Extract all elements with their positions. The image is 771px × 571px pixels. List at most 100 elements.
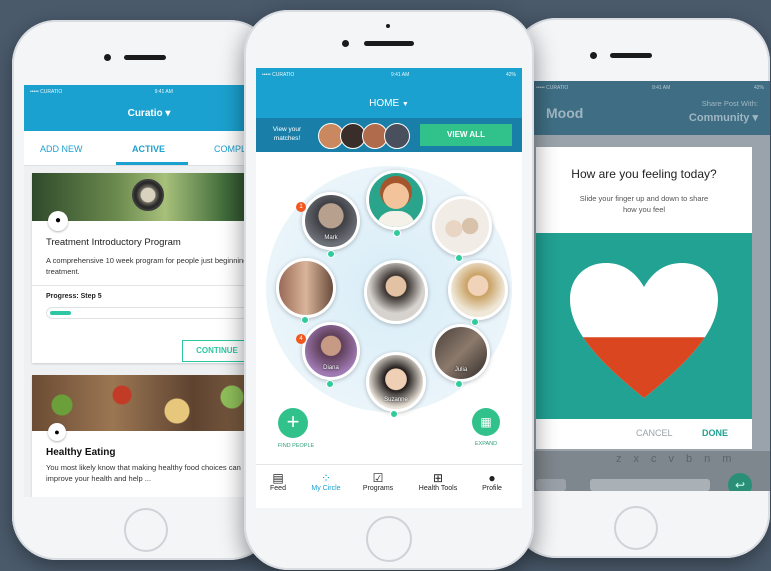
program-card[interactable]: ● Treatment Introductory Program A compr…	[32, 173, 274, 363]
avatar-user[interactable]	[366, 170, 426, 230]
nav-profile[interactable]: ● Profile	[470, 471, 514, 492]
progress-fill	[50, 311, 71, 315]
share-label: Share Post With:	[701, 99, 758, 108]
online-indicator	[455, 380, 463, 388]
avatar-name: Diana	[323, 365, 339, 371]
mood-instruction: Slide your finger up and down to share h…	[579, 194, 709, 214]
enter-key[interactable]: ↩	[728, 473, 752, 491]
food-type-icon: ●	[48, 423, 66, 441]
find-people-label: FIND PEOPLE	[277, 443, 315, 449]
app-header: ••••• CURATIO 9:41 AM ▮ Curatio ▾	[24, 85, 274, 131]
nav-health-tools[interactable]: ⊞ Health Tools	[410, 471, 466, 492]
food-card[interactable]: ● Healthy Eating You most likely know th…	[32, 375, 274, 497]
mood-title: Mood	[546, 105, 584, 121]
keyboard-key[interactable]: n	[704, 453, 710, 465]
circle-icon: ⁘	[320, 471, 332, 485]
program-title: Treatment Introductory Program	[46, 237, 181, 248]
nav-label: My Circle	[311, 485, 341, 492]
speaker	[610, 53, 652, 58]
app-title[interactable]: Curatio ▾	[24, 108, 274, 119]
online-indicator	[301, 316, 309, 324]
front-camera	[342, 40, 349, 47]
avatar-julia[interactable]: Julia	[432, 324, 490, 382]
home-button[interactable]	[366, 516, 412, 562]
profile-icon: ●	[488, 471, 496, 485]
match-avatar	[384, 123, 410, 149]
avatar-diana[interactable]: Diana	[302, 322, 360, 380]
avatar-couple[interactable]	[276, 258, 336, 318]
proximity-sensor	[386, 24, 390, 28]
status-bar: ••••• CURATIO 9:41 AM 42%	[530, 81, 770, 95]
space-key[interactable]	[590, 479, 710, 491]
food-title: Healthy Eating	[46, 447, 116, 458]
expand-button[interactable]: ▦	[472, 408, 500, 436]
nav-label: Health Tools	[418, 485, 458, 492]
status-bar: ••••• CURATIO 9:41 AM ▮	[24, 85, 274, 99]
done-button[interactable]: DONE	[702, 428, 728, 438]
keyboard-key[interactable]: x	[634, 453, 640, 465]
keyboard: zxcvbnm ↩	[530, 451, 770, 491]
mood-header: ••••• CURATIO 9:41 AM 42% Mood Share Pos…	[530, 81, 770, 135]
program-card-image	[32, 173, 274, 221]
matches-bar: View your matches! VIEW ALL	[256, 118, 522, 152]
continue-button[interactable]: CONTINUE	[182, 340, 252, 362]
notification-badge: 1	[296, 202, 306, 212]
home-title: HOME	[369, 98, 400, 109]
tab-add-new[interactable]: ADD NEW	[40, 144, 83, 154]
expand-label: EXPAND	[474, 441, 498, 447]
center-screen: ••••• CURATIO 9:41 AM 42% HOME ▼ View yo…	[256, 68, 522, 508]
keyboard-key[interactable]: c	[651, 453, 657, 465]
avatar-name: Suzanne	[384, 397, 408, 403]
tab-completed[interactable]: COMPL	[214, 144, 246, 154]
cancel-button[interactable]: CANCEL	[636, 428, 673, 438]
nav-label: Feed	[270, 485, 286, 492]
find-people-button[interactable]: +	[278, 408, 308, 438]
home-title-dropdown[interactable]: HOME ▼	[256, 98, 522, 109]
card-divider	[32, 285, 274, 286]
nav-programs[interactable]: ☑ Programs	[356, 471, 400, 492]
compass-icon	[132, 179, 164, 211]
circle-area: Mark 1 Diana 4 Suzanne Julia + FIND PEOP…	[256, 152, 522, 462]
avatar-illustration	[383, 183, 409, 209]
delete-key[interactable]	[536, 479, 566, 491]
center-phone: ••••• CURATIO 9:41 AM 42% HOME ▼ View yo…	[244, 10, 534, 570]
avatar-woman[interactable]	[448, 260, 508, 320]
keyboard-key[interactable]: v	[669, 453, 675, 465]
home-button[interactable]	[614, 506, 658, 550]
nav-label: Programs	[362, 485, 394, 492]
carrier-text: ••••• CURATIO	[262, 72, 295, 78]
progress-label: Progress: Step 5	[46, 293, 102, 300]
mood-panel[interactable]	[536, 233, 752, 419]
avatar-center[interactable]	[364, 260, 428, 324]
program-description: A comprehensive 10 week program for peop…	[46, 256, 248, 276]
avatar-suzanne[interactable]: Suzanne	[366, 352, 426, 412]
avatar-mark[interactable]: Mark	[302, 192, 360, 250]
right-phone: ••••• CURATIO 9:41 AM 42% Mood Share Pos…	[512, 18, 770, 558]
keyboard-row: zxcvbnm	[616, 453, 731, 465]
home-button[interactable]	[124, 508, 168, 552]
online-indicator	[455, 254, 463, 262]
bottom-nav: ▤ Feed ⁘ My Circle ☑ Programs ⊞ Health T…	[256, 464, 522, 508]
match-avatars[interactable]	[318, 123, 410, 149]
keyboard-key[interactable]: b	[686, 453, 692, 465]
dropdown-icon: ▼	[401, 101, 409, 108]
keyboard-key[interactable]: m	[722, 453, 731, 465]
nav-feed[interactable]: ▤ Feed	[256, 471, 300, 492]
time-text: 9:41 AM	[154, 89, 173, 95]
nav-my-circle[interactable]: ⁘ My Circle	[304, 471, 348, 492]
medkit-icon: ⊞	[432, 471, 444, 485]
view-all-button[interactable]: VIEW ALL	[420, 124, 512, 146]
heart-fill	[570, 337, 718, 398]
share-dropdown[interactable]: Community ▾	[689, 111, 758, 124]
keyboard-key[interactable]: z	[616, 453, 622, 465]
left-phone: ••••• CURATIO 9:41 AM ▮ Curatio ▾ ADD NE…	[12, 20, 274, 560]
avatar-group-photo[interactable]	[432, 196, 492, 256]
matches-text: View your matches!	[272, 126, 302, 142]
mood-dialog: How are you feeling today? Slide your fi…	[536, 147, 752, 449]
tab-bar: ADD NEW ACTIVE COMPL	[24, 131, 274, 166]
online-indicator	[390, 410, 398, 418]
online-indicator	[393, 229, 401, 237]
heart-slider[interactable]	[536, 233, 752, 419]
tab-active[interactable]: ACTIVE	[132, 144, 165, 154]
time-text: 9:41 AM	[651, 85, 671, 91]
